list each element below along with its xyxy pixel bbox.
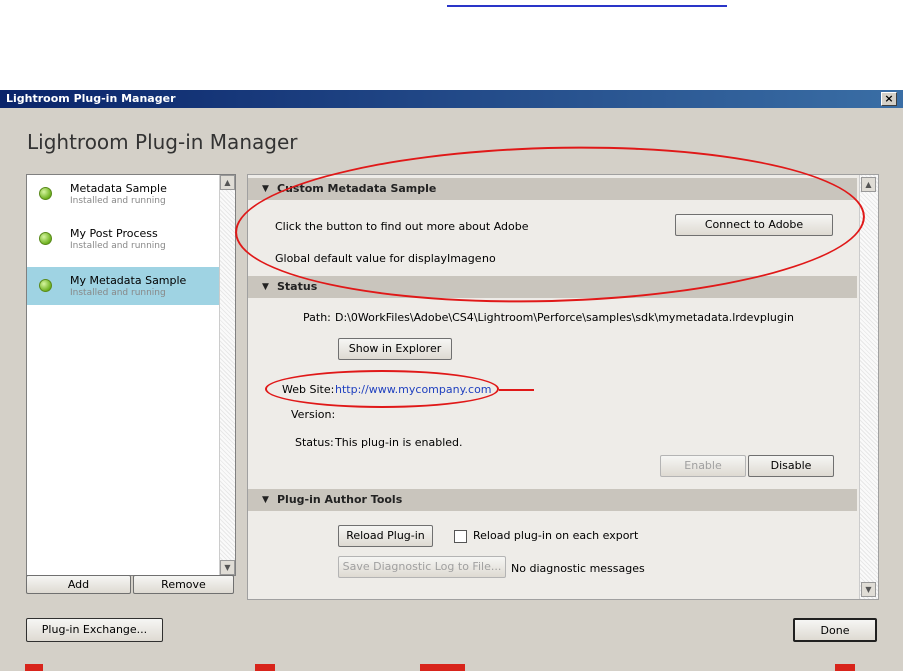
- annotation-arrow-line: [499, 389, 534, 391]
- scroll-up-icon[interactable]: ▲: [861, 177, 876, 192]
- collapse-triangle-icon[interactable]: ▼: [262, 489, 269, 511]
- status-ok-icon: [39, 187, 52, 200]
- path-value: D:\0WorkFiles\Adobe\CS4\Lightroom\Perfor…: [335, 311, 794, 324]
- list-item[interactable]: Metadata Sample Installed and running: [27, 175, 219, 213]
- bottom-red-mark: [255, 664, 275, 671]
- title-bar: Lightroom Plug-in Manager ×: [0, 90, 903, 108]
- reload-on-export-label: Reload plug-in on each export: [473, 529, 639, 542]
- list-item-selected[interactable]: My Metadata Sample Installed and running: [27, 267, 219, 305]
- page-title: Lightroom Plug-in Manager: [27, 130, 298, 154]
- window-title: Lightroom Plug-in Manager: [6, 92, 176, 105]
- scroll-down-icon[interactable]: ▼: [220, 560, 235, 575]
- bottom-red-mark: [25, 664, 43, 671]
- plugin-detail-panel: ▼ Custom Metadata Sample Click the butto…: [233, 138, 879, 600]
- plugin-status: Installed and running: [70, 241, 166, 251]
- plugin-manager-window: Lightroom Plug-in Manager × Lightroom Pl…: [0, 90, 903, 671]
- collapse-triangle-icon[interactable]: ▼: [262, 276, 269, 298]
- reload-plugin-button[interactable]: Reload Plug-in: [338, 525, 433, 547]
- disable-button[interactable]: Disable: [748, 455, 834, 477]
- section-header-author-tools[interactable]: ▼ Plug-in Author Tools: [248, 489, 857, 511]
- save-diagnostic-log-button[interactable]: Save Diagnostic Log to File...: [338, 556, 506, 578]
- enable-button[interactable]: Enable: [660, 455, 746, 477]
- version-label: Version:: [291, 408, 336, 421]
- detail-panel-scrollbar[interactable]: ▲ ▼: [859, 175, 878, 599]
- reload-on-export-checkbox[interactable]: [454, 530, 467, 543]
- remove-button[interactable]: Remove: [133, 575, 234, 594]
- add-button[interactable]: Add: [26, 575, 131, 594]
- done-button[interactable]: Done: [793, 618, 877, 642]
- plugin-list-scrollbar[interactable]: ▲ ▼: [219, 175, 235, 575]
- close-icon[interactable]: ×: [881, 92, 897, 106]
- bottom-red-mark: [835, 664, 855, 671]
- status-value: This plug-in is enabled.: [335, 436, 463, 449]
- status-label: Status:: [295, 436, 334, 449]
- plugin-status: Installed and running: [70, 196, 166, 206]
- bottom-red-mark: [420, 664, 465, 671]
- plugin-name: Metadata Sample: [70, 182, 167, 195]
- plugin-list[interactable]: Metadata Sample Installed and running My…: [26, 174, 236, 576]
- plugin-name: My Post Process: [70, 227, 158, 240]
- scroll-up-icon[interactable]: ▲: [220, 175, 235, 190]
- show-in-explorer-button[interactable]: Show in Explorer: [338, 338, 452, 360]
- plugin-exchange-button[interactable]: Plug-in Exchange...: [26, 618, 163, 642]
- plugin-name: My Metadata Sample: [70, 274, 187, 287]
- diagnostic-messages-text: No diagnostic messages: [511, 562, 645, 575]
- annotation-ring-website: [265, 370, 499, 408]
- list-item[interactable]: My Post Process Installed and running: [27, 220, 219, 258]
- top-blue-rule: [447, 5, 727, 7]
- status-ok-icon: [39, 232, 52, 245]
- scroll-down-icon[interactable]: ▼: [861, 582, 876, 597]
- section-title: Plug-in Author Tools: [277, 493, 403, 506]
- plugin-status: Installed and running: [70, 288, 166, 298]
- status-ok-icon: [39, 279, 52, 292]
- path-label: Path:: [303, 311, 331, 324]
